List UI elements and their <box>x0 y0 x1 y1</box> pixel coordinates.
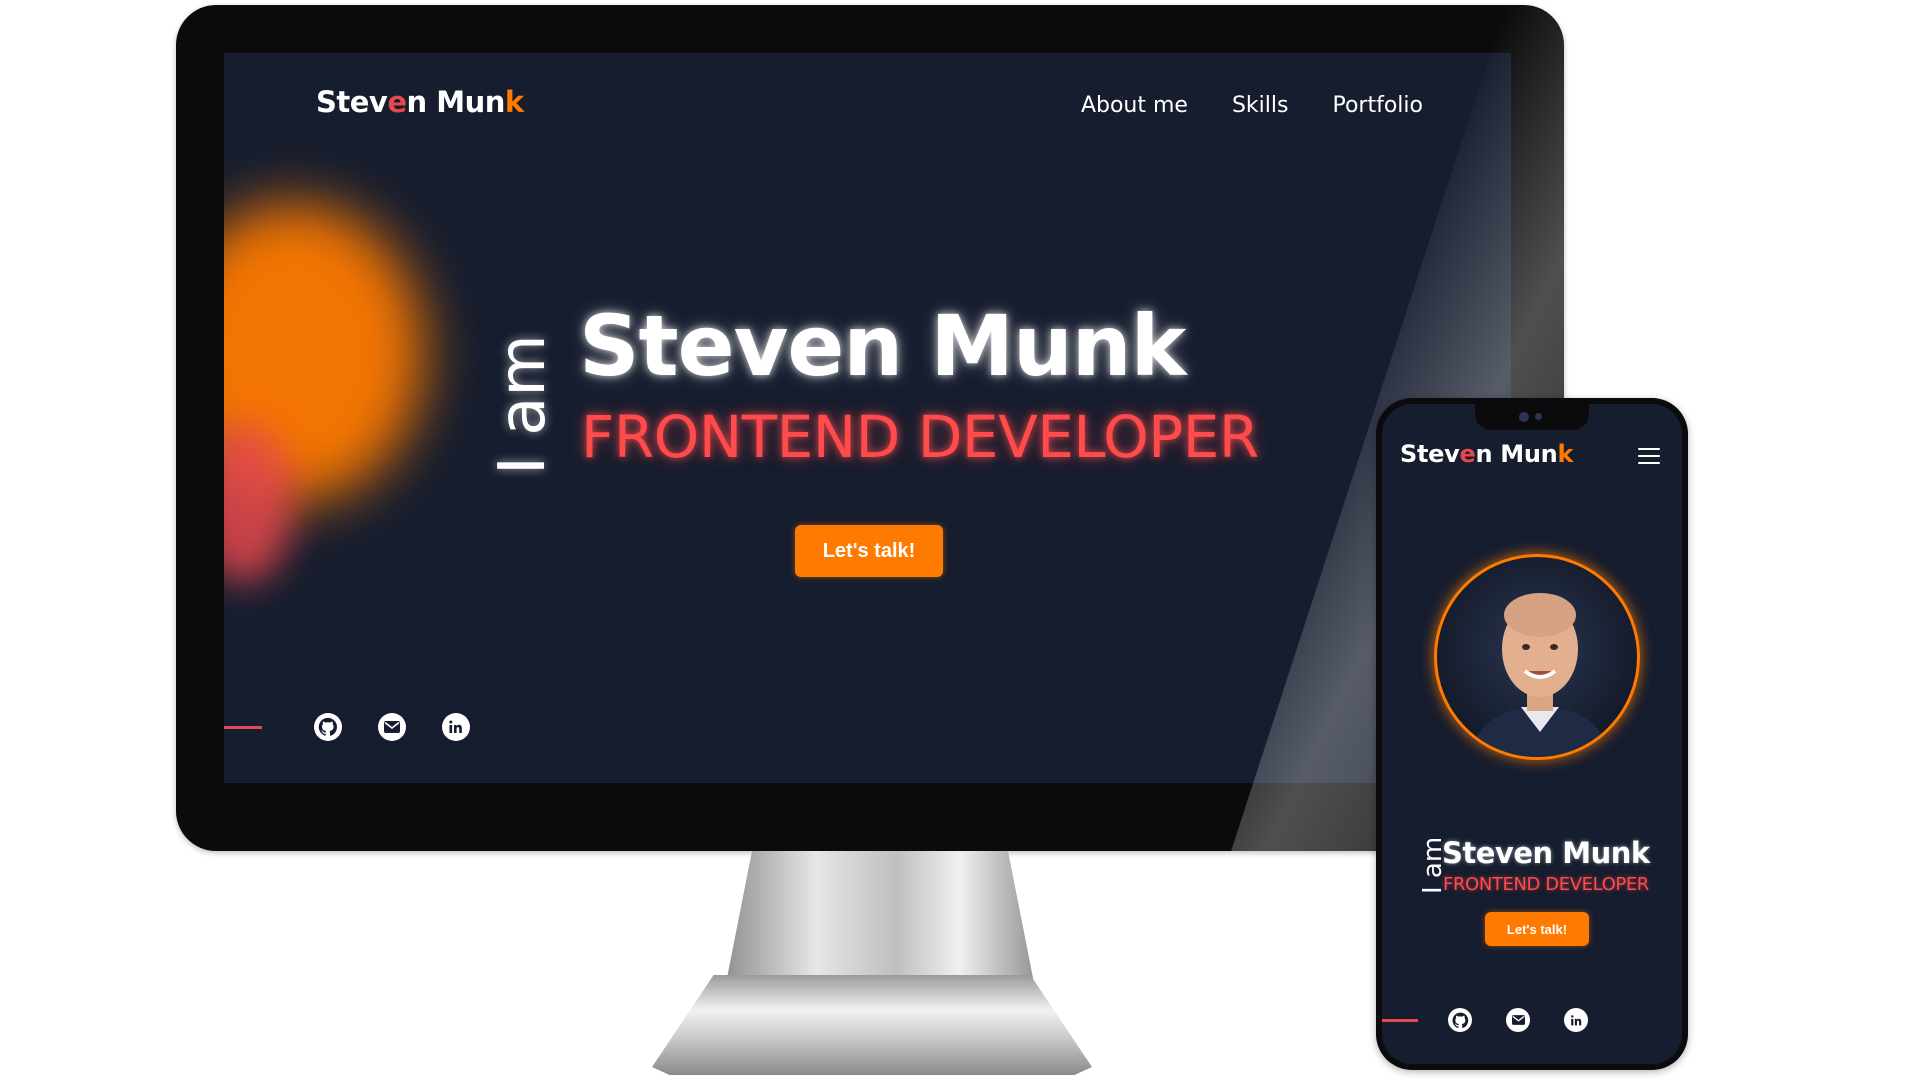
desktop-screen: Steven Munk About me Skills Portfolio I … <box>224 53 1511 783</box>
logo-text-part2: n Mun <box>1475 440 1558 468</box>
lets-talk-button[interactable]: Let's talk! <box>795 525 943 577</box>
logo-accent-k: k <box>1557 440 1574 468</box>
mockup-stage: Steven Munk About me Skills Portfolio I … <box>0 0 1920 1080</box>
site-logo[interactable]: Steven Munk <box>316 85 524 119</box>
github-icon[interactable] <box>314 713 342 741</box>
nav-portfolio[interactable]: Portfolio <box>1332 93 1423 118</box>
hamburger-menu-icon[interactable] <box>1638 448 1660 466</box>
camera-icon <box>1519 412 1529 422</box>
logo-text-part2: n Mun <box>406 85 506 119</box>
mobile-site-logo[interactable]: Steven Munk <box>1400 440 1573 468</box>
email-icon[interactable] <box>1506 1008 1530 1032</box>
logo-text-part1: Stev <box>1400 440 1460 468</box>
mobile-hero-name: Steven Munk <box>1442 836 1650 870</box>
profile-photo-icon <box>1468 593 1612 757</box>
decorative-line <box>224 725 262 729</box>
social-links <box>224 713 506 741</box>
hero-role: FRONTEND DEVELOPER <box>581 403 1259 471</box>
hero-name: Steven Munk <box>579 297 1186 395</box>
phone-notch <box>1475 404 1589 430</box>
decorative-line <box>1382 1018 1418 1022</box>
mobile-phone: Steven Munk I am Steven Munk FRONTEND DE… <box>1376 398 1688 1070</box>
monitor-stand-neck <box>726 851 1034 981</box>
hero-prefix: I am <box>486 334 560 475</box>
github-icon[interactable] <box>1448 1008 1472 1032</box>
monitor-stand-base <box>652 975 1092 1075</box>
nav-skills[interactable]: Skills <box>1232 93 1289 118</box>
logo-text-part1: Stev <box>316 85 388 119</box>
sensor-icon <box>1535 413 1542 420</box>
linkedin-icon[interactable] <box>442 713 470 741</box>
mobile-screen: Steven Munk I am Steven Munk FRONTEND DE… <box>1382 404 1682 1064</box>
logo-accent-k: k <box>504 85 524 119</box>
email-icon[interactable] <box>378 713 406 741</box>
logo-accent-e: e <box>387 85 407 119</box>
linkedin-icon[interactable] <box>1564 1008 1588 1032</box>
mobile-social-links <box>1382 1008 1622 1032</box>
mobile-lets-talk-button[interactable]: Let's talk! <box>1485 912 1589 946</box>
logo-accent-e: e <box>1459 440 1476 468</box>
profile-avatar <box>1434 554 1640 760</box>
main-nav: About me Skills Portfolio <box>1081 93 1423 118</box>
mobile-hero-role: FRONTEND DEVELOPER <box>1443 874 1649 895</box>
desktop-monitor: Steven Munk About me Skills Portfolio I … <box>176 5 1564 851</box>
nav-about-me[interactable]: About me <box>1081 93 1188 118</box>
